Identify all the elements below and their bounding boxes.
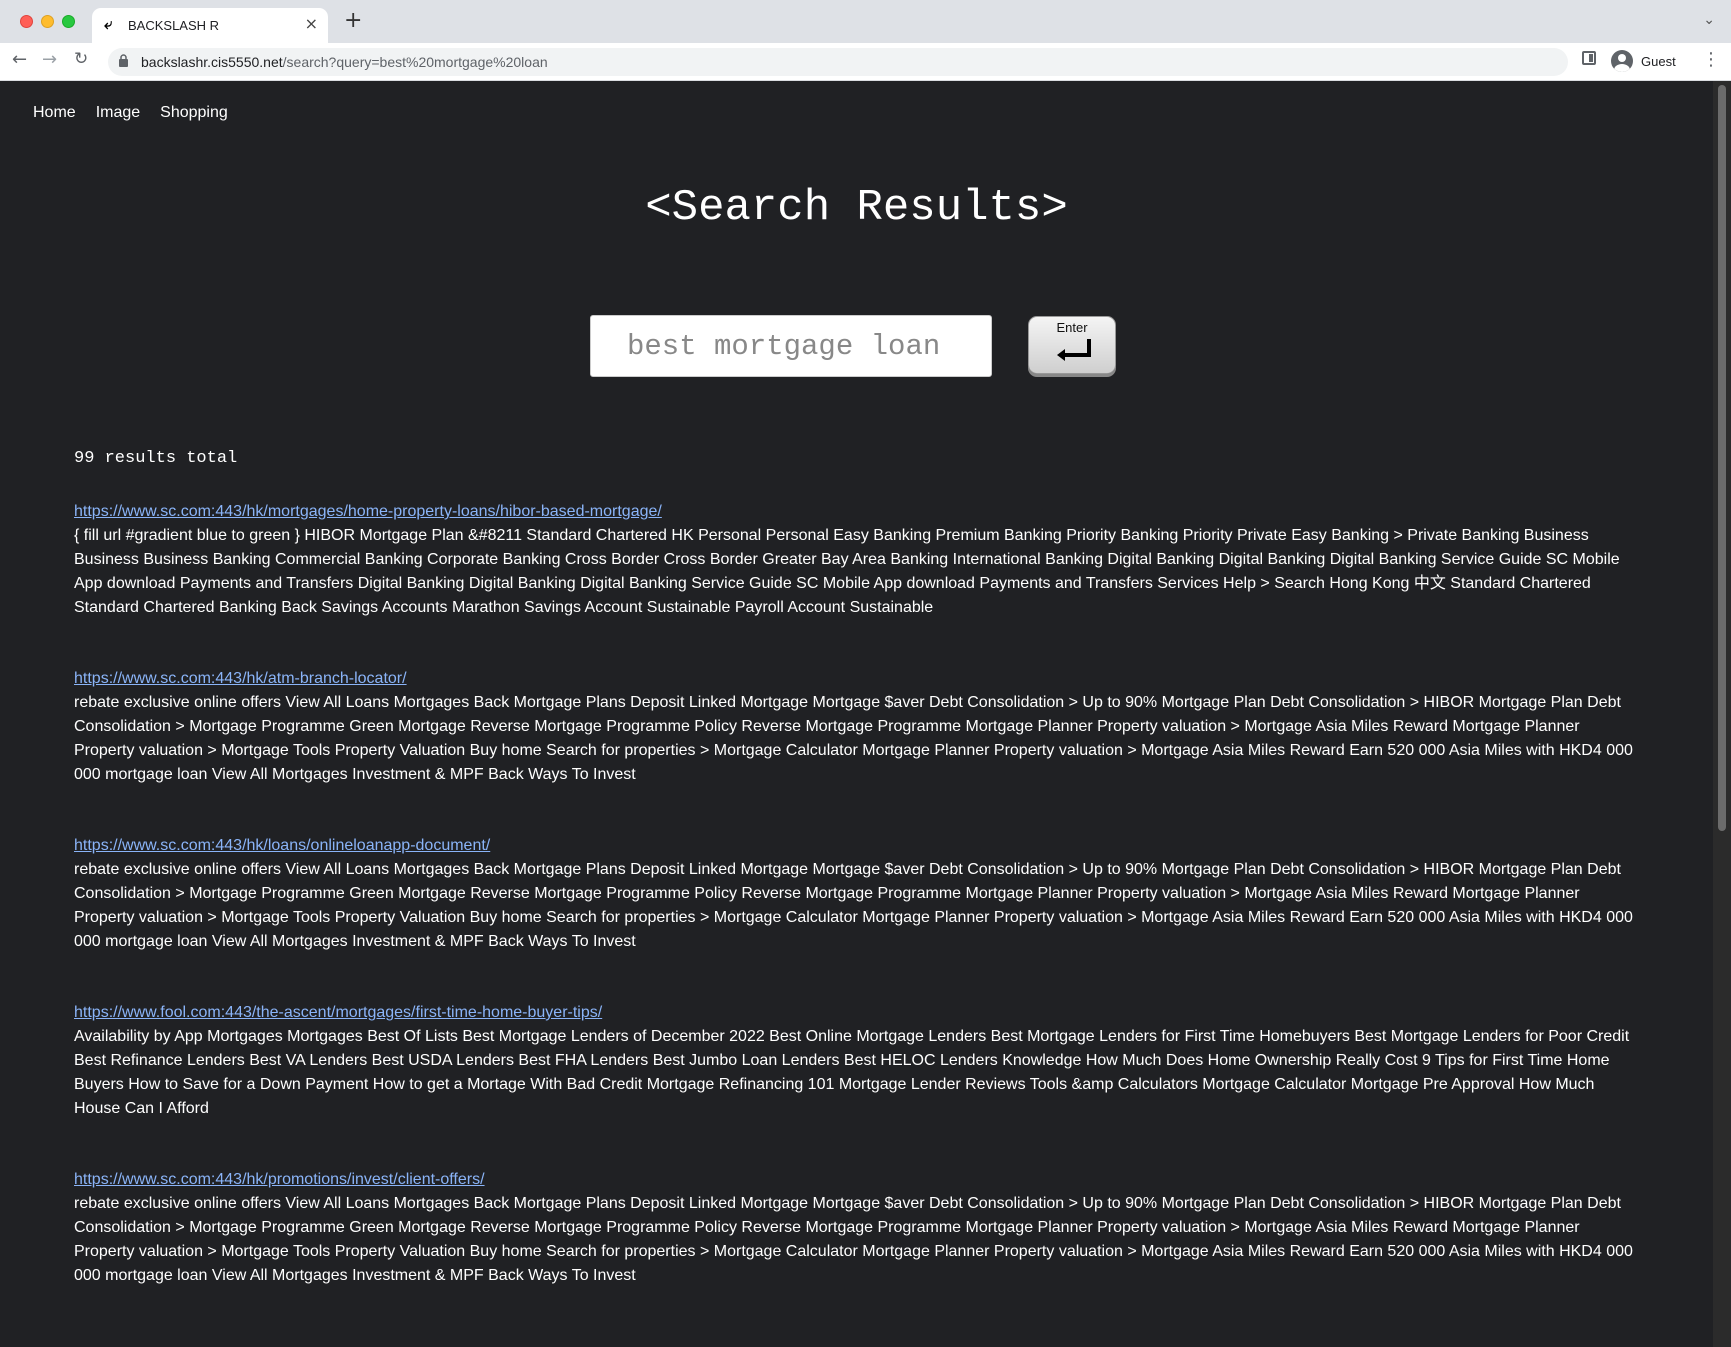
maximize-window-button[interactable]	[62, 15, 75, 28]
result-item: https://www.sc.com:443/hk/mortgages/home…	[74, 500, 1644, 620]
lock-icon	[118, 54, 129, 70]
result-snippet: Availability by App Mortgages Mortgages …	[74, 1028, 1630, 1117]
close-window-button[interactable]	[20, 15, 33, 28]
search-input[interactable]	[590, 315, 992, 377]
top-nav: Home Image Shopping	[33, 104, 228, 122]
result-link[interactable]: https://www.fool.com:443/the-ascent/mort…	[74, 1001, 1644, 1025]
back-arrow-icon[interactable]: ←	[12, 49, 27, 70]
minimize-window-button[interactable]	[41, 15, 54, 28]
result-link[interactable]: https://www.sc.com:443/hk/atm-branch-loc…	[74, 667, 1644, 691]
profile-name: Guest	[1641, 53, 1676, 69]
result-link[interactable]: https://www.sc.com:443/hk/promotions/inv…	[74, 1168, 1644, 1192]
tab-bar: ⤶ BACKSLASH R × + ⌄	[0, 0, 1731, 43]
browser-menu-icon[interactable]: ⋮	[1702, 49, 1720, 70]
result-item: https://www.sc.com:443/hk/promotions/inv…	[74, 1168, 1644, 1288]
result-link[interactable]: https://www.sc.com:443/hk/loans/onlinelo…	[74, 834, 1644, 858]
result-snippet: rebate exclusive online offers View All …	[74, 694, 1633, 783]
backslash-favicon-icon: ⤶	[104, 15, 113, 33]
url-path: /search?query=best%20mortgage%20loan	[282, 54, 548, 70]
result-link[interactable]: https://www.sc.com:443/hk/mortgages/home…	[74, 500, 1644, 524]
result-item: https://www.sc.com:443/hk/atm-branch-loc…	[74, 667, 1644, 787]
page-title: <Search Results>	[645, 183, 1068, 233]
nav-image-link[interactable]: Image	[96, 104, 140, 122]
tab-search-chevron-icon[interactable]: ⌄	[1703, 12, 1715, 28]
result-snippet: { fill url #gradient blue to green } HIB…	[74, 527, 1620, 616]
browser-tab[interactable]: ⤶ BACKSLASH R ×	[92, 8, 328, 43]
result-item: https://www.fool.com:443/the-ascent/mort…	[74, 1001, 1644, 1121]
guest-avatar-icon	[1611, 50, 1633, 72]
results-count: 99 results total	[74, 449, 238, 468]
profile-button[interactable]: Guest	[1611, 47, 1676, 75]
enter-arrow-icon	[1057, 339, 1091, 361]
scrollbar-thumb[interactable]	[1718, 85, 1726, 831]
window-controls	[20, 15, 75, 28]
nav-home-link[interactable]: Home	[33, 104, 76, 122]
result-snippet: rebate exclusive online offers View All …	[74, 1195, 1633, 1284]
tab-title: BACKSLASH R	[128, 18, 220, 33]
nav-shopping-link[interactable]: Shopping	[160, 104, 228, 122]
new-tab-icon[interactable]: +	[344, 8, 362, 33]
result-snippet: rebate exclusive online offers View All …	[74, 861, 1633, 950]
results-list: https://www.sc.com:443/hk/mortgages/home…	[74, 500, 1644, 1335]
url-text: backslashr.cis5550.net/search?query=best…	[141, 54, 548, 70]
enter-button[interactable]: Enter	[1028, 316, 1116, 374]
result-item: https://www.sc.com:443/hk/loans/onlinelo…	[74, 834, 1644, 954]
close-tab-icon[interactable]: ×	[305, 14, 318, 33]
enter-label: Enter	[1056, 320, 1088, 335]
forward-arrow-icon[interactable]: →	[42, 49, 57, 70]
side-panel-icon[interactable]	[1582, 51, 1596, 65]
address-bar[interactable]: backslashr.cis5550.net/search?query=best…	[108, 48, 1568, 76]
page-scrollbar[interactable]	[1713, 81, 1731, 1347]
page-content: Home Image Shopping <Search Results> Ent…	[0, 81, 1713, 1347]
url-host: backslashr.cis5550.net	[141, 54, 283, 70]
browser-toolbar: ← → ↻ backslashr.cis5550.net/search?quer…	[0, 43, 1731, 81]
reload-icon[interactable]: ↻	[74, 49, 88, 69]
